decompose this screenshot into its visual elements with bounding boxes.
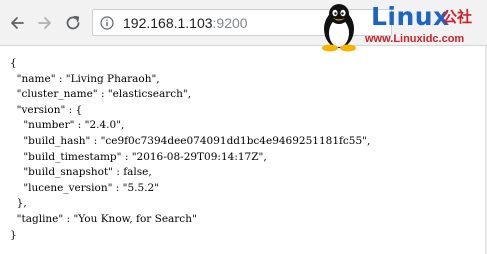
back-button[interactable] [8, 14, 26, 32]
json-line: { [10, 57, 17, 69]
json-line: "build_timestamp" : "2016-08-29T09:14:17… [10, 150, 267, 163]
reload-icon [66, 15, 80, 30]
json-response: { "name" : "Living Pharaoh", "cluster_na… [10, 56, 370, 243]
watermark-brand-cn: 公社 [442, 8, 473, 26]
tux-penguin-icon [322, 4, 356, 52]
json-line: "cluster_name" : "elasticsearch", [10, 88, 192, 101]
json-line: }, [10, 197, 27, 210]
forward-arrow-icon [38, 17, 51, 29]
json-line: "lucene_version" : "5.5.2" [10, 181, 160, 194]
json-line: "build_snapshot" : false, [10, 166, 152, 179]
url-host: 192.168.1.103 [123, 15, 213, 31]
forward-button[interactable] [36, 14, 54, 32]
watermark-brand: Linux [371, 2, 450, 31]
watermark-logo: Linux 公社 www.Linuxidc.com [315, 0, 487, 52]
json-line: "name" : "Living Pharaoh", [10, 72, 160, 85]
address-url[interactable]: 192.168.1.103:9200 [123, 15, 248, 31]
json-line: "tagline" : "You Know, for Search" [10, 212, 197, 225]
info-icon[interactable] [100, 16, 114, 30]
json-line: "number" : "2.4.0", [10, 119, 125, 132]
reload-button[interactable] [64, 14, 82, 32]
json-line: "build_hash" : "ce9f0c7394dee074091dd1bc… [10, 134, 371, 147]
json-line: } [10, 228, 17, 241]
watermark-site: www.Linuxidc.com [365, 33, 465, 45]
url-port: :9200 [212, 15, 248, 31]
json-line: "version" : { [10, 103, 83, 116]
back-arrow-icon [11, 17, 24, 29]
